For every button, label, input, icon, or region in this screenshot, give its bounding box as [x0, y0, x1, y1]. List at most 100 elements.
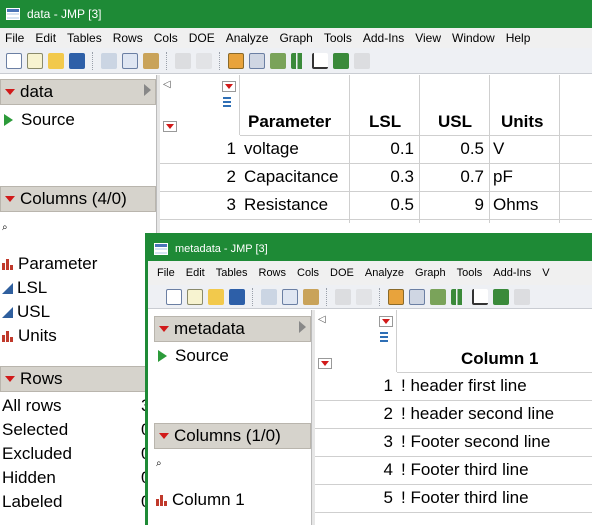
save-icon[interactable]: [229, 288, 245, 305]
column-list-item[interactable]: Parameter: [0, 252, 97, 276]
menu-view[interactable]: V: [541, 267, 555, 279]
columns-panel-header[interactable]: Columns (1/0): [154, 423, 311, 449]
menu-tables[interactable]: Tables: [215, 267, 254, 279]
calculator-icon[interactable]: [249, 52, 265, 69]
menu-view[interactable]: View: [414, 31, 447, 45]
rows-panel-header[interactable]: Rows: [0, 366, 156, 392]
data-window-titlebar[interactable]: data - JMP [3]: [0, 0, 592, 28]
column-header-lsl[interactable]: LSL: [369, 109, 401, 135]
lock-icon[interactable]: [356, 288, 372, 305]
columns-red-triangle-icon[interactable]: [222, 81, 236, 92]
table-cell[interactable]: 0.5: [420, 135, 490, 163]
columns-panel-header[interactable]: Columns (4/0): [0, 186, 156, 212]
run-script-icon[interactable]: [158, 350, 167, 362]
row-number[interactable]: 2: [160, 163, 242, 191]
columns-red-triangle-icon[interactable]: [379, 316, 393, 327]
copy-icon[interactable]: [122, 52, 138, 69]
row-number[interactable]: 3: [315, 428, 399, 456]
paste-icon[interactable]: [303, 288, 319, 305]
menu-tools[interactable]: Tools: [456, 267, 489, 279]
rows-red-triangle-icon[interactable]: [318, 358, 332, 369]
menu-graph[interactable]: Graph: [278, 31, 318, 45]
distribution-icon[interactable]: [430, 288, 446, 305]
fit-model-icon[interactable]: [333, 52, 349, 69]
row-number[interactable]: 1: [315, 372, 399, 400]
save-icon[interactable]: [69, 52, 85, 69]
collapse-icon[interactable]: [144, 84, 151, 96]
row-number[interactable]: 5: [315, 484, 399, 512]
open-icon[interactable]: [48, 52, 64, 69]
menu-edit[interactable]: Edit: [185, 267, 211, 279]
table-cell[interactable]: ! Footer third line: [401, 484, 529, 512]
menu-doe[interactable]: DOE: [329, 267, 360, 279]
new-table-icon[interactable]: [166, 288, 182, 305]
column-list-item[interactable]: USL: [0, 300, 50, 324]
red-triangle-menu-icon[interactable]: [159, 326, 169, 332]
red-triangle-menu-icon[interactable]: [159, 433, 169, 439]
table-cell[interactable]: 9: [420, 191, 490, 219]
fit-y-by-x-icon[interactable]: [472, 288, 488, 305]
fit-model-icon[interactable]: [493, 288, 509, 305]
cut-icon[interactable]: [261, 288, 277, 305]
menu-rows[interactable]: Rows: [258, 267, 293, 279]
cut-icon[interactable]: [101, 52, 117, 69]
menu-analyze[interactable]: Analyze: [225, 31, 275, 45]
columns-search-field[interactable]: ⌕: [156, 458, 306, 476]
menu-file[interactable]: File: [156, 267, 181, 279]
edit-icon[interactable]: [514, 288, 530, 305]
corner-collapse-icon[interactable]: ◁: [163, 79, 171, 90]
table-cell[interactable]: pF: [493, 163, 513, 191]
table-cell[interactable]: ! header first line: [401, 372, 527, 400]
table-cell[interactable]: ! Footer second line: [401, 428, 550, 456]
table-cell[interactable]: V: [493, 135, 504, 163]
edit-icon[interactable]: [354, 52, 370, 69]
column-list-item[interactable]: LSL: [0, 276, 47, 300]
menu-help[interactable]: Help: [505, 31, 537, 45]
menu-window[interactable]: Window: [451, 31, 501, 45]
calculator-icon[interactable]: [409, 288, 425, 305]
table-cell[interactable]: ! Footer third line: [401, 456, 529, 484]
metadata-window-titlebar[interactable]: metadata - JMP [3]: [148, 236, 592, 261]
column-header-units[interactable]: Units: [501, 109, 544, 135]
red-triangle-menu-icon[interactable]: [5, 89, 15, 95]
row-number[interactable]: 2: [315, 400, 399, 428]
column-header-parameter[interactable]: Parameter: [248, 109, 331, 135]
menu-edit[interactable]: Edit: [34, 31, 62, 45]
new-table-icon[interactable]: [6, 52, 22, 69]
red-triangle-menu-icon[interactable]: [5, 196, 15, 202]
table-name-header[interactable]: metadata: [154, 316, 311, 342]
fit-y-by-x-icon[interactable]: [312, 52, 328, 69]
table-name-header[interactable]: data: [0, 79, 156, 105]
table-cell[interactable]: Ohms: [493, 191, 538, 219]
new-script-icon[interactable]: [27, 52, 43, 69]
table-cell[interactable]: 0.1: [350, 135, 420, 163]
menu-rows[interactable]: Rows: [112, 31, 149, 45]
menu-cols[interactable]: Cols: [296, 267, 325, 279]
row-number[interactable]: 3: [160, 191, 242, 219]
lock-icon[interactable]: [196, 52, 212, 69]
bar-chart-icon[interactable]: [291, 52, 307, 69]
new-script-icon[interactable]: [187, 288, 203, 305]
columns-search-field[interactable]: ⌕: [2, 222, 152, 240]
run-script-icon[interactable]: [4, 114, 13, 126]
source-script-row[interactable]: Source: [154, 344, 229, 368]
menu-cols[interactable]: Cols: [153, 31, 184, 45]
table-cell[interactable]: 0.3: [350, 163, 420, 191]
column-header-usl[interactable]: USL: [438, 109, 472, 135]
corner-collapse-icon[interactable]: ◁: [318, 314, 326, 325]
source-script-row[interactable]: Source: [0, 108, 75, 132]
menu-analyze[interactable]: Analyze: [364, 267, 410, 279]
copy-icon[interactable]: [282, 288, 298, 305]
menu-tables[interactable]: Tables: [66, 31, 108, 45]
table-cell[interactable]: Resistance: [244, 191, 328, 219]
row-number[interactable]: 4: [315, 456, 399, 484]
data-grid-icon[interactable]: [228, 52, 244, 69]
table-cell[interactable]: ! header second line: [401, 400, 554, 428]
journal-icon[interactable]: [175, 52, 191, 69]
bar-chart-icon[interactable]: [451, 288, 467, 305]
menu-doe[interactable]: DOE: [188, 31, 221, 45]
menu-add-ins[interactable]: Add-Ins: [362, 31, 410, 45]
table-cell[interactable]: Capacitance: [244, 163, 339, 191]
table-cell[interactable]: 0.7: [420, 163, 490, 191]
column-header-column-1[interactable]: Column 1: [461, 346, 538, 372]
